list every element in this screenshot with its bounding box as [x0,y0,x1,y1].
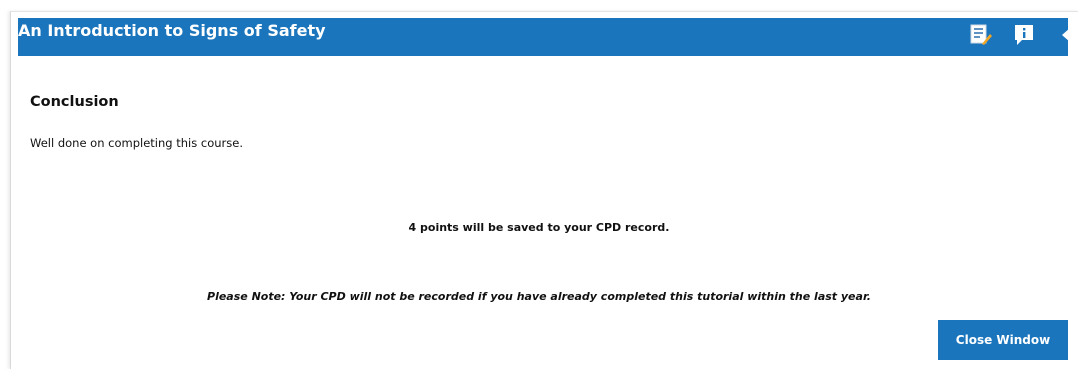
page-heading: Conclusion [30,94,119,110]
cpd-note: Please Note: Your CPD will not be record… [207,290,871,303]
cpd-points-message: 4 points will be saved to your CPD recor… [408,221,670,234]
course-window [10,11,1078,369]
course-title: An Introduction to Signs of Safety [18,21,326,40]
close-window-button[interactable]: Close Window [938,320,1068,360]
notes-icon[interactable] [970,24,992,45]
back-arrow-icon[interactable] [1058,24,1068,41]
course-title-bar: An Introduction to Signs of Safety [18,18,1068,56]
completion-message: Well done on completing this course. [30,136,243,150]
info-icon[interactable] [1014,24,1033,45]
